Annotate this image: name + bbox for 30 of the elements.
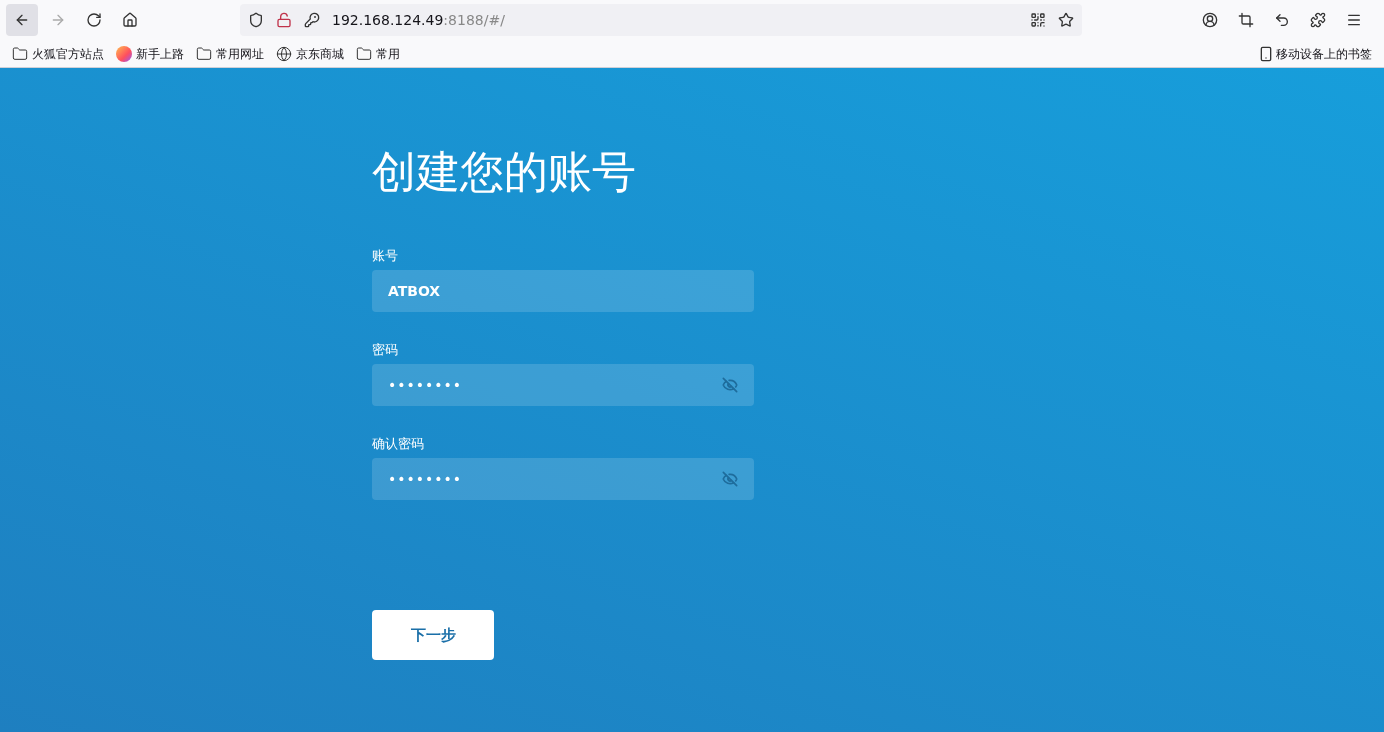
page-title: 创建您的账号 [372, 150, 637, 194]
home-icon[interactable] [122, 12, 138, 28]
menu-icon[interactable] [1346, 12, 1362, 28]
bookmark-link[interactable]: 常用网址 [216, 44, 264, 63]
bookmark-link[interactable]: 新手上路 [136, 44, 184, 63]
key-icon[interactable] [304, 12, 320, 28]
reload-icon[interactable] [86, 12, 102, 28]
star-icon[interactable] [1058, 12, 1074, 28]
shield-icon[interactable] [248, 12, 264, 28]
globe-icon [276, 45, 292, 62]
address-bar[interactable]: 192.168.124.49:8188/#/ [240, 4, 1082, 36]
puzzle-piece-icon[interactable] [1310, 12, 1326, 28]
folder-icon [356, 45, 372, 62]
field-label: 账号 [372, 248, 399, 264]
bookmark-link[interactable]: 火狐官方站点 [32, 44, 104, 63]
back-arrow-icon[interactable] [14, 12, 30, 28]
folder-icon [12, 45, 28, 62]
crop-icon[interactable] [1238, 12, 1254, 28]
next-button[interactable]: 下一步 [372, 610, 494, 660]
curved-arrow-icon[interactable] [1274, 12, 1290, 28]
folder-icon [196, 45, 212, 62]
account-icon[interactable] [1202, 12, 1218, 28]
bookmark-link[interactable]: 京东商城 [296, 44, 344, 63]
field-label: 密码 [372, 342, 399, 358]
bookmark-link[interactable]: 常用 [376, 44, 400, 63]
back-button[interactable] [6, 4, 38, 36]
qr-code-icon[interactable] [1030, 12, 1046, 28]
bookmark-link[interactable]: 移动设备上的书签 [1276, 44, 1372, 63]
field-label: 确认密码 [372, 436, 425, 452]
phone-icon [1258, 45, 1274, 62]
